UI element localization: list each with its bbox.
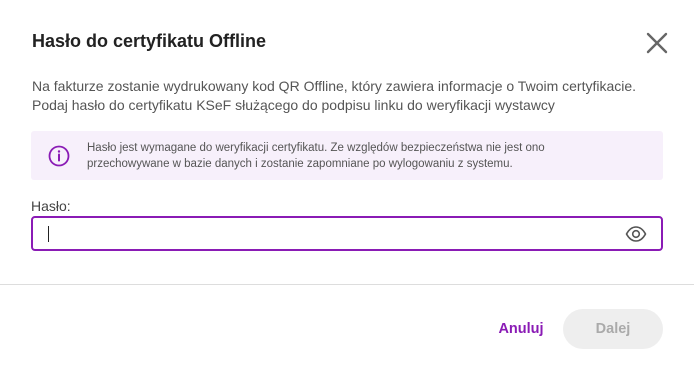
info-line: Hasło jest wymagane do weryfikacji certy…: [87, 142, 545, 154]
info-text: Hasło jest wymagane do weryfikacji certy…: [87, 140, 545, 172]
eye-icon: [625, 226, 647, 242]
description-line: Podaj hasło do certyfikatu KSeF służąceg…: [32, 97, 555, 113]
password-input[interactable]: [47, 223, 607, 245]
info-icon: [48, 145, 70, 167]
cancel-button[interactable]: Anuluj: [486, 310, 556, 348]
dialog-description: Na fakturze zostanie wydrukowany kod QR …: [32, 77, 672, 115]
description-line: Na fakturze zostanie wydrukowany kod QR …: [32, 78, 637, 94]
info-notice: Hasło jest wymagane do weryfikacji certy…: [31, 131, 663, 180]
dialog-title: Hasło do certyfikatu Offline: [32, 31, 267, 51]
next-button[interactable]: Dalej: [563, 309, 663, 349]
close-button[interactable]: [644, 30, 670, 56]
info-line: przechowywane w bazie danych i zostanie …: [87, 158, 513, 170]
password-label: Hasło:: [31, 198, 71, 214]
text-caret: [48, 226, 49, 242]
password-field[interactable]: [31, 216, 663, 251]
close-icon: [646, 32, 668, 54]
footer-divider: [0, 284, 694, 285]
certificate-password-dialog: Hasło do certyfikatu Offline Na fakturze…: [0, 0, 694, 368]
show-password-toggle[interactable]: [625, 225, 647, 243]
